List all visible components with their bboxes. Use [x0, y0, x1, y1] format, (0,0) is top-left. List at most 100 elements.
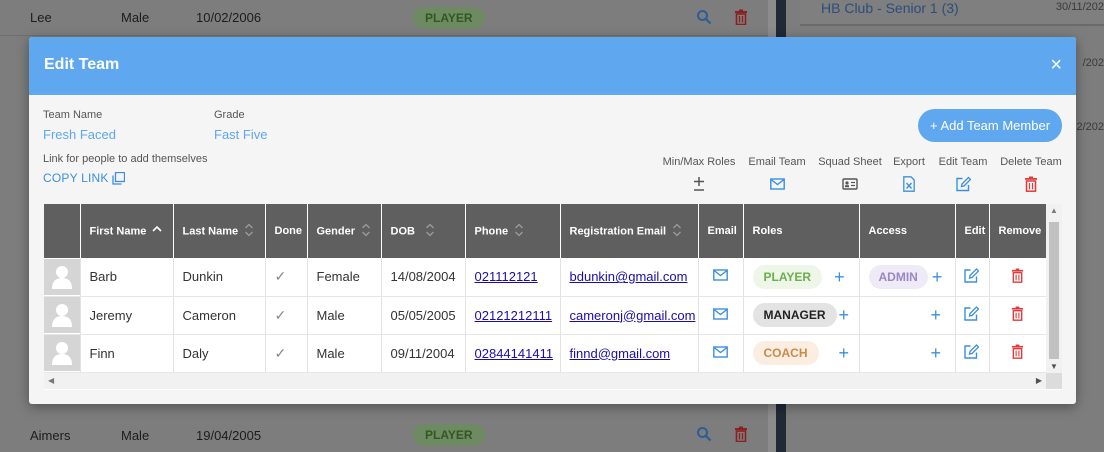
- cell-registration-email: finnd@gmail.com: [560, 334, 699, 373]
- close-icon[interactable]: ×: [1050, 55, 1062, 75]
- bg-role-badge: PLAYER: [413, 424, 485, 446]
- trash-icon[interactable]: [734, 426, 748, 445]
- trash-icon[interactable]: [1011, 306, 1024, 324]
- add-role-icon[interactable]: +: [839, 344, 850, 362]
- header-registration-email[interactable]: Registration Email: [560, 204, 699, 258]
- header-email-label: Email: [707, 225, 737, 237]
- sort-icon: [672, 223, 682, 240]
- role-badge[interactable]: COACH: [752, 341, 819, 365]
- cell-done-check: ✓: [265, 296, 308, 335]
- trash-icon[interactable]: [1011, 344, 1024, 362]
- add-access-icon[interactable]: +: [931, 344, 942, 362]
- add-access-icon[interactable]: +: [932, 268, 943, 286]
- cell-done-check: ✓: [265, 334, 308, 373]
- header-gender-label: Gender: [316, 224, 356, 237]
- team-name-value[interactable]: Fresh Faced: [43, 127, 116, 142]
- header-access: Access: [859, 204, 956, 258]
- add-role-icon[interactable]: +: [834, 268, 845, 286]
- edit-icon[interactable]: [963, 306, 979, 324]
- copy-link-button[interactable]: COPY LINK: [43, 171, 125, 185]
- header-roles-label: Roles: [752, 225, 783, 237]
- cell-gender: Female: [307, 258, 382, 297]
- header-last-name[interactable]: Last Name: [173, 204, 266, 258]
- cell-remove: [989, 334, 1047, 373]
- phone-link[interactable]: 02844141411: [475, 346, 554, 361]
- table-row: Lee Male 10/02/2006 PLAYER: [0, 0, 768, 36]
- avatar-cell: [44, 334, 81, 373]
- header-done: Done: [265, 204, 308, 258]
- edit-icon[interactable]: [963, 344, 979, 362]
- role-badge[interactable]: PLAYER: [752, 264, 823, 289]
- scroll-right-arrow-icon[interactable]: ▶: [1036, 376, 1042, 385]
- cell-phone: 02121212111: [465, 296, 561, 335]
- mail-icon[interactable]: [712, 269, 728, 284]
- squad-sheet-button[interactable]: Squad Sheet: [817, 156, 883, 192]
- phone-link[interactable]: 021112121: [475, 269, 538, 284]
- cell-edit: [955, 258, 990, 297]
- email-link[interactable]: cameronj@gmail.com: [570, 308, 696, 323]
- self-link-label: Link for people to add themselves: [43, 153, 208, 165]
- cell-roles: PLAYER +: [743, 258, 860, 297]
- min-max-roles-label: Min/Max Roles: [662, 156, 736, 168]
- header-edit: Edit: [955, 204, 990, 258]
- email-link[interactable]: finnd@gmail.com: [570, 346, 671, 361]
- vertical-scrollbar[interactable]: ▲ ▼: [1046, 204, 1062, 373]
- bg-first-name: Lee: [30, 10, 52, 25]
- scroll-up-arrow-icon[interactable]: ▲: [1050, 206, 1058, 215]
- cell-access: ADMIN +: [859, 258, 956, 297]
- header-last-name-label: Last Name: [182, 224, 239, 237]
- edit-team-label: Edit Team: [938, 156, 988, 168]
- scroll-down-arrow-icon[interactable]: ▼: [1050, 362, 1058, 371]
- vertical-scroll-thumb[interactable]: [1049, 222, 1059, 359]
- email-team-button[interactable]: Email Team: [746, 156, 808, 192]
- min-max-roles-button[interactable]: Min/Max Roles: [661, 156, 737, 192]
- email-link[interactable]: bdunkin@gmail.com: [570, 269, 688, 284]
- grade-value[interactable]: Fast Five: [214, 127, 267, 142]
- trash-icon[interactable]: [1011, 268, 1024, 286]
- role-badge[interactable]: MANAGER: [752, 303, 837, 327]
- bg-role-badge: PLAYER: [413, 6, 485, 29]
- trash-icon[interactable]: [734, 9, 748, 28]
- cell-last-name: Cameron: [173, 296, 266, 335]
- horizontal-scrollbar[interactable]: ◀ ▶: [44, 373, 1046, 389]
- sort-asc-icon: [152, 224, 162, 239]
- excel-file-icon: [891, 176, 927, 192]
- mail-icon[interactable]: [712, 345, 728, 361]
- add-access-icon[interactable]: +: [931, 306, 942, 324]
- cell-email: [698, 296, 744, 335]
- export-button[interactable]: Export: [891, 156, 927, 192]
- sort-icon: [244, 223, 254, 240]
- cell-gender: Male: [307, 334, 382, 373]
- search-icon[interactable]: [696, 9, 712, 28]
- header-gender[interactable]: Gender: [307, 204, 382, 258]
- add-team-member-button[interactable]: + Add Team Member: [918, 109, 1062, 142]
- header-remove: Remove: [989, 204, 1047, 258]
- table-header-row: First Name Last Name Done Gender DOB Pho…: [44, 204, 1047, 258]
- members-table: First Name Last Name Done Gender DOB Pho…: [44, 204, 1047, 373]
- team-card-date: 30/11/202: [1055, 1, 1104, 13]
- modal-header: Edit Team ×: [29, 37, 1076, 95]
- cell-phone: 021112121: [465, 258, 561, 297]
- team-card[interactable]: HB Club - Senior 1 (3) 30/11/202: [800, 0, 1104, 26]
- delete-team-label: Delete Team: [1000, 156, 1062, 168]
- avatar: [44, 335, 79, 371]
- edit-team-button[interactable]: Edit Team: [937, 156, 989, 192]
- mail-icon[interactable]: [712, 307, 728, 323]
- scroll-left-arrow-icon[interactable]: ◀: [48, 376, 54, 385]
- header-first-name[interactable]: First Name: [80, 204, 174, 258]
- header-dob[interactable]: DOB: [381, 204, 466, 258]
- edit-icon[interactable]: [963, 267, 979, 286]
- team-members-table: First Name Last Name Done Gender DOB Pho…: [44, 204, 1062, 390]
- cell-roles: MANAGER +: [743, 296, 860, 335]
- edit-team-modal: Edit Team × Team Name Fresh Faced Grade …: [29, 37, 1076, 404]
- person-icon: [52, 304, 72, 327]
- add-role-icon[interactable]: +: [839, 306, 850, 324]
- delete-team-button[interactable]: Delete Team: [999, 156, 1063, 192]
- person-icon: [52, 342, 72, 365]
- header-phone[interactable]: Phone: [465, 204, 561, 258]
- cell-done-check: ✓: [265, 258, 308, 297]
- search-icon[interactable]: [696, 426, 712, 445]
- phone-link[interactable]: 02121212111: [475, 308, 553, 323]
- table-row: Aimers Male 19/04/2005 PLAYER: [0, 417, 768, 452]
- access-badge[interactable]: ADMIN: [868, 264, 928, 289]
